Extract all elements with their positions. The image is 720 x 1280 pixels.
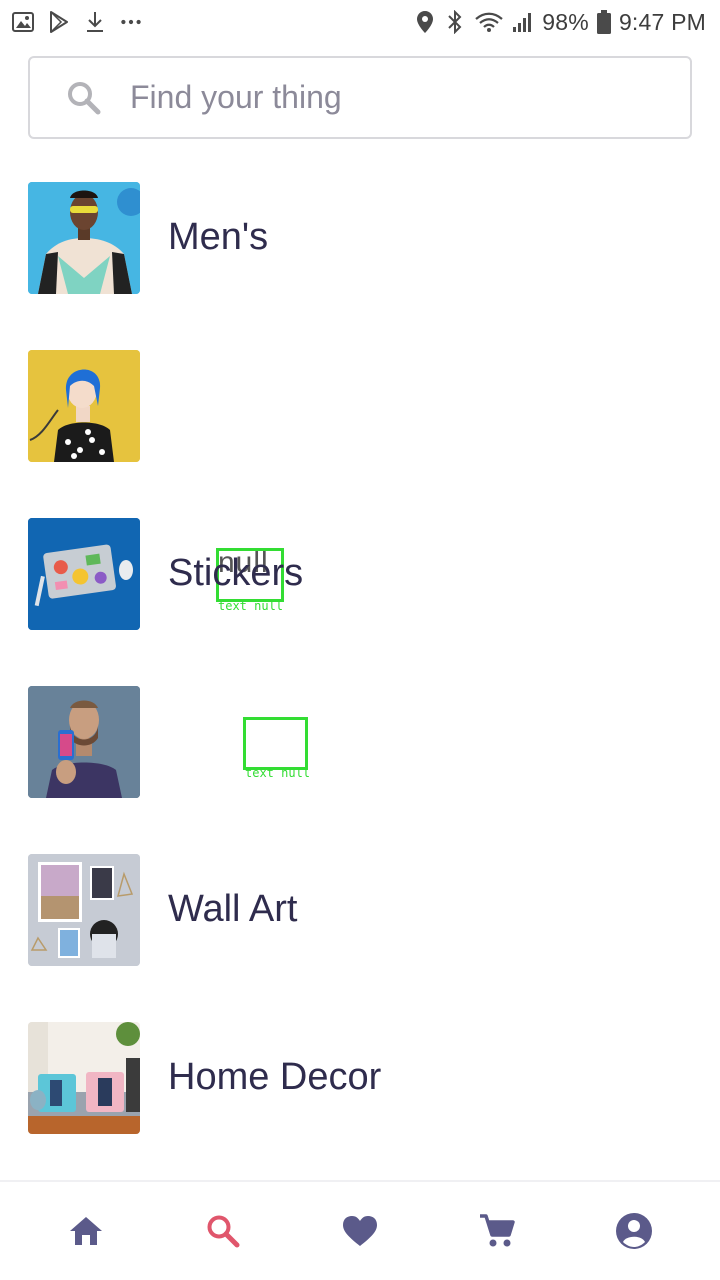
home-icon — [70, 1217, 103, 1245]
account-icon — [615, 1213, 652, 1249]
category-label: Home Decor — [168, 1056, 382, 1098]
nav-search-button[interactable] — [187, 1195, 259, 1267]
signal-icon — [512, 11, 534, 33]
battery-icon — [596, 10, 611, 34]
search-input[interactable] — [130, 79, 610, 116]
status-bar-right: 98% 9:47 PM — [414, 9, 706, 36]
category-item-mens[interactable]: Men's — [0, 182, 720, 350]
category-item-womens[interactable]: null text null — [0, 350, 720, 613]
status-bar-left — [12, 11, 142, 33]
bluetooth-icon — [444, 10, 466, 34]
category-list: Men's null text null Stickers text null … — [0, 182, 720, 1190]
nav-home-button[interactable] — [50, 1195, 122, 1267]
more-dots-icon — [120, 11, 142, 33]
debug-bounding-box — [243, 717, 308, 770]
play-store-icon — [48, 11, 70, 33]
debug-tag: text null — [245, 766, 311, 780]
category-label: Men's — [168, 216, 269, 258]
nav-favorites-button[interactable] — [324, 1195, 396, 1267]
bottom-nav — [0, 1180, 720, 1280]
clock: 9:47 PM — [618, 8, 706, 35]
wifi-icon — [474, 11, 504, 33]
category-item-stickers[interactable]: Stickers — [0, 518, 720, 686]
mens-thumbnail — [28, 182, 140, 294]
search-icon — [207, 1215, 240, 1248]
nav-account-button[interactable] — [598, 1195, 670, 1267]
battery-percent: 98% — [542, 8, 589, 35]
status-bar: 98% 9:47 PM — [0, 0, 720, 44]
home-decor-thumbnail — [28, 1022, 140, 1134]
download-icon — [84, 11, 106, 33]
search-box[interactable] — [28, 56, 692, 139]
image-icon — [12, 11, 34, 33]
nav-cart-button[interactable] — [461, 1195, 533, 1267]
category-label: Wall Art — [168, 888, 298, 930]
search-icon — [66, 80, 102, 116]
location-icon — [414, 11, 436, 33]
heart-icon — [342, 1216, 377, 1246]
category-item-wall-art[interactable]: Wall Art — [0, 854, 720, 1022]
wall-art-thumbnail — [28, 854, 140, 966]
category-item-home-decor[interactable]: Home Decor — [0, 1022, 720, 1190]
category-label: Stickers — [168, 552, 304, 594]
cart-icon — [479, 1214, 515, 1247]
womens-thumbnail — [28, 350, 140, 462]
phone-case-thumbnail — [28, 686, 140, 798]
stickers-thumbnail — [28, 518, 140, 630]
category-item-phone-cases[interactable]: text null — [0, 686, 720, 854]
